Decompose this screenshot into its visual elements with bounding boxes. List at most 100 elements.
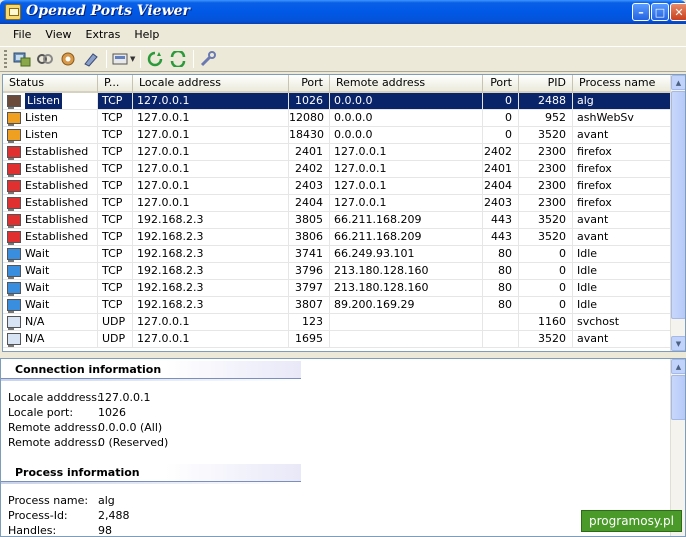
cell-protocol: TCP (98, 212, 133, 229)
table-row[interactable]: Established TCP 127.0.0.1 2402 127.0.0.1 2401… (3, 161, 685, 178)
col-header-local-port[interactable]: Port (289, 75, 330, 93)
table-row[interactable]: Established TCP 127.0.0.1 2401 127.0.0.1 2402… (3, 144, 685, 161)
col-header-remote-port[interactable]: Port (483, 75, 519, 93)
settings-button[interactable] (57, 48, 79, 70)
cell-protocol: UDP (98, 331, 133, 348)
cell-process-name: firefox (573, 178, 673, 195)
cell-process-name: firefox (573, 195, 673, 212)
connections-button[interactable] (34, 48, 56, 70)
menu-file[interactable]: File (6, 26, 38, 44)
cell-status: Listen (3, 127, 98, 144)
conn-field-local-address: Locale adddress:127.0.0.1 (8, 390, 150, 405)
tools-button[interactable] (197, 48, 219, 70)
cell-protocol: TCP (98, 246, 133, 263)
minimize-button[interactable]: – (632, 3, 650, 21)
watermark-badge: programosy.pl (581, 510, 682, 532)
table-row[interactable]: Wait TCP 192.168.2.3 3741 66.249.93.101 80 0 Id… (3, 246, 685, 263)
cell-status: Established (3, 229, 98, 246)
table-row[interactable]: N/A UDP 127.0.0.1 123 1160 svchost (3, 314, 685, 331)
chevron-down-icon[interactable]: ▼ (130, 55, 135, 63)
cell-remote-port (483, 331, 519, 348)
cell-local-address: 127.0.0.1 (133, 161, 289, 178)
proc-field-name: Process name: alg (8, 493, 115, 508)
list-scrollbar[interactable]: ▲ ▼ (670, 75, 685, 351)
cell-remote-address: 213.180.128.160 (330, 263, 483, 280)
table-row[interactable]: Established TCP 192.168.2.3 3806 66.211.168.… (3, 229, 685, 246)
cell-remote-address: 127.0.0.1 (330, 161, 483, 178)
table-row[interactable]: Listen TCP 127.0.0.1 1026 0.0.0.0 0 2488 alg (3, 93, 685, 110)
maximize-button[interactable]: □ (651, 3, 669, 21)
title-bar[interactable]: Opened Ports Viewer – □ ✕ (0, 0, 686, 24)
close-button[interactable]: ✕ (670, 3, 686, 21)
cell-remote-address: 127.0.0.1 (330, 144, 483, 161)
cell-process-name: Idle (573, 263, 673, 280)
status-text: N/A (25, 332, 45, 345)
window-title: Opened Ports Viewer (26, 3, 190, 19)
cell-process-name: firefox (573, 144, 673, 161)
col-header-process-name[interactable]: Process name (573, 75, 673, 93)
cell-remote-port: 2402 (483, 144, 519, 161)
table-row[interactable]: Established TCP 127.0.0.1 2404 127.0.0.1 2403… (3, 195, 685, 212)
cell-status: N/A (3, 314, 98, 331)
auto-refresh-button[interactable] (167, 48, 189, 70)
cell-local-port: 3797 (289, 280, 330, 297)
refresh-ports-button[interactable] (11, 48, 33, 70)
scroll-down-icon[interactable]: ▼ (671, 336, 685, 351)
cell-pid: 0 (519, 246, 573, 263)
scroll-up-icon[interactable]: ▲ (671, 75, 685, 90)
refresh-ports-icon (13, 52, 31, 67)
cell-process-name: avant (573, 212, 673, 229)
table-row[interactable]: N/A UDP 127.0.0.1 1695 3520 avant (3, 331, 685, 348)
table-row[interactable]: Wait TCP 192.168.2.3 3797 213.180.128.160 80 0… (3, 280, 685, 297)
conn-field-local-port: Locale port: 1026 (8, 405, 126, 420)
cell-pid: 2488 (519, 93, 573, 110)
cell-status: Listen (3, 110, 98, 127)
cell-protocol: TCP (98, 144, 133, 161)
cell-local-port: 2402 (289, 161, 330, 178)
field-label: Locale port: (8, 406, 74, 419)
status-text: N/A (25, 315, 45, 328)
status-text: Established (25, 162, 89, 175)
cell-pid: 3520 (519, 229, 573, 246)
connection-status-icon (7, 197, 21, 211)
col-header-remote-address[interactable]: Remote address (330, 75, 483, 93)
table-row[interactable]: Established TCP 127.0.0.1 2403 127.0.0.1 2404… (3, 178, 685, 195)
cell-local-port: 123 (289, 314, 330, 331)
scrollbar-thumb[interactable] (671, 375, 685, 420)
cell-process-name: avant (573, 127, 673, 144)
table-row[interactable]: Listen TCP 127.0.0.1 18430 0.0.0.0 0 3520 avant (3, 127, 685, 144)
menu-help[interactable]: Help (127, 26, 166, 44)
col-header-protocol[interactable]: P... (98, 75, 133, 93)
cell-remote-port: 0 (483, 110, 519, 127)
cell-remote-port: 0 (483, 127, 519, 144)
status-text: Established (25, 196, 89, 209)
cell-protocol: TCP (98, 195, 133, 212)
col-header-pid[interactable]: PID (519, 75, 573, 93)
list-body: Listen TCP 127.0.0.1 1026 0.0.0.0 0 2488 alg Lis… (3, 93, 685, 348)
toolbar-grip[interactable] (4, 50, 7, 68)
field-value: 0.0.0.0 (All) (98, 421, 163, 434)
cell-local-port: 2401 (289, 144, 330, 161)
cell-local-address: 127.0.0.1 (133, 110, 289, 127)
table-row[interactable]: Established TCP 192.168.2.3 3805 66.211.168.… (3, 212, 685, 229)
scrollbar-thumb[interactable] (671, 91, 685, 319)
table-row[interactable]: Wait TCP 192.168.2.3 3807 89.200.169.29 80 0 Id… (3, 297, 685, 314)
cell-remote-port: 80 (483, 297, 519, 314)
menu-extras[interactable]: Extras (79, 26, 128, 44)
col-header-local-address[interactable]: Locale address (133, 75, 289, 93)
cell-pid: 0 (519, 263, 573, 280)
reload-button[interactable] (144, 48, 166, 70)
cell-local-address: 192.168.2.3 (133, 212, 289, 229)
connection-status-icon (7, 316, 21, 330)
toolbar: ▼ (0, 46, 686, 72)
ports-list[interactable]: Status P... Locale address Port Remote a… (2, 74, 686, 352)
table-row[interactable]: Wait TCP 192.168.2.3 3796 213.180.128.160 80 0… (3, 263, 685, 280)
pin-button[interactable] (80, 48, 102, 70)
cell-pid: 2300 (519, 144, 573, 161)
scroll-up-icon[interactable]: ▲ (671, 359, 685, 374)
menu-view[interactable]: View (38, 26, 78, 44)
cell-local-address: 192.168.2.3 (133, 280, 289, 297)
col-header-status[interactable]: Status (3, 75, 98, 93)
table-row[interactable]: Listen TCP 127.0.0.1 12080 0.0.0.0 0 952 ashWeb… (3, 110, 685, 127)
export-button[interactable] (110, 48, 132, 70)
